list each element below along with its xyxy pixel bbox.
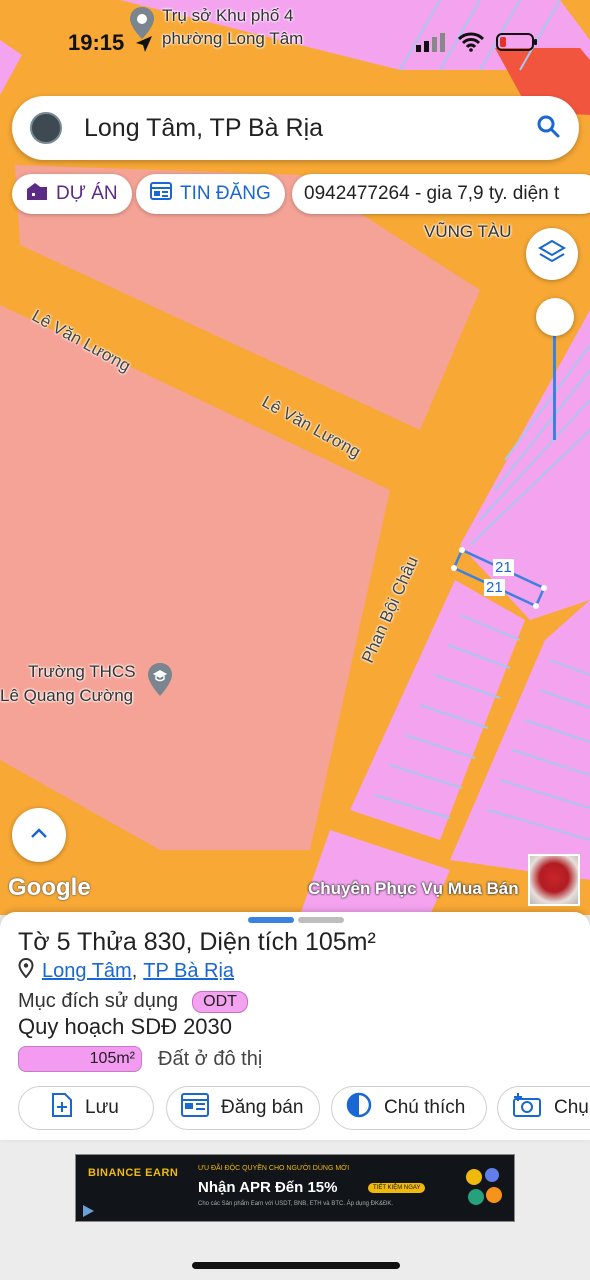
layers-icon xyxy=(538,238,566,271)
zoom-slider-handle[interactable] xyxy=(536,298,574,336)
school-label-line1: Trường THCS xyxy=(28,662,136,681)
city-link[interactable]: TP Bà Rịa xyxy=(143,960,234,983)
save-button[interactable]: Lưu xyxy=(18,1086,154,1130)
parcel-info-sheet: Tờ 5 Thửa 830, Diện tích 105m² Long Tâm … xyxy=(0,912,590,1140)
area-bar: 105m² xyxy=(18,1046,142,1072)
capture-button[interactable]: Chụ xyxy=(497,1086,590,1130)
poi-label-line1: Trụ sở Khu phố 4 xyxy=(162,6,294,25)
ad-headline: Nhận APR Đến 15% xyxy=(198,1179,338,1196)
ad-play-icon[interactable] xyxy=(80,1203,96,1221)
status-time: 19:15 xyxy=(68,30,125,55)
building-icon xyxy=(26,181,48,207)
search-input[interactable]: Long Tâm, TP Bà Rịa xyxy=(84,114,535,143)
land-use-purpose: Mục đích sử dụng ODT xyxy=(18,990,248,1013)
search-bar[interactable]: Long Tâm, TP Bà Rịa xyxy=(12,96,579,160)
chip-tin-dang[interactable]: TIN ĐĂNG xyxy=(136,174,285,214)
coin-icons xyxy=(462,1165,506,1216)
wifi-icon xyxy=(457,32,485,57)
profile-thumbnail[interactable] xyxy=(528,854,580,906)
location-arrow-icon xyxy=(134,34,154,59)
land-use-badge: ODT xyxy=(192,990,248,1013)
home-indicator xyxy=(192,1262,400,1269)
ad-tagline: ƯU ĐÃI ĐỘC QUYỀN CHO NGƯỜI DÙNG MỚI xyxy=(198,1165,350,1172)
parcel-number-label: 21 xyxy=(484,579,505,596)
camera-icon xyxy=(512,1092,542,1124)
sell-button[interactable]: Đăng bán xyxy=(166,1086,320,1130)
battery-icon xyxy=(496,32,538,57)
save-icon xyxy=(51,1092,73,1124)
sell-icon xyxy=(181,1093,209,1123)
ward-link[interactable]: Long Tâm xyxy=(42,960,132,983)
listing-icon xyxy=(150,181,172,207)
land-map[interactable]: 21 21 Trụ sở Khu phố 4 phường Long Tâm V… xyxy=(0,0,590,915)
status-icons xyxy=(416,32,538,57)
ad-cta[interactable]: TIẾT KIỆM NGAY xyxy=(368,1183,426,1193)
parcel-number-label: 21 xyxy=(493,559,514,576)
ad-brand: BINANCE EARN xyxy=(88,1167,179,1179)
school-icon[interactable] xyxy=(146,662,174,703)
location-pin-icon xyxy=(18,957,34,984)
ad-banner[interactable]: BINANCE EARN ƯU ĐÃI ĐỘC QUYỀN CHO NGƯỜI … xyxy=(75,1154,515,1222)
sheet-handle-active[interactable] xyxy=(248,917,294,923)
school-label-line2: Lê Quang Cường xyxy=(0,686,134,705)
chip-listing-preview[interactable]: 0942477264 - gia 7,9 ty. diện t xyxy=(292,174,590,214)
parcel-title: Tờ 5 Thửa 830, Diện tích 105m² xyxy=(18,928,376,956)
legend-button[interactable]: Chú thích xyxy=(331,1086,487,1130)
chip-du-an[interactable]: DỰ ÁN xyxy=(12,174,132,214)
signal-icon xyxy=(416,32,446,57)
parcel-location: Long Tâm , TP Bà Rịa xyxy=(18,957,234,984)
sheet-handle[interactable] xyxy=(298,917,344,923)
area-row: 105m² Đất ở đô thị xyxy=(18,1046,262,1072)
poi-label-vung-tau: VŨNG TÀU xyxy=(424,222,512,241)
overlay-text: Chuyên Phục Vụ Mua Bán xyxy=(308,879,519,898)
planning-label: Quy hoạch SDĐ 2030 xyxy=(18,1014,233,1039)
layers-button[interactable] xyxy=(526,228,578,280)
legend-icon xyxy=(346,1092,372,1124)
poi-label-line2: phường Long Tâm xyxy=(162,29,304,48)
area-type: Đất ở đô thị xyxy=(158,1047,263,1070)
avatar[interactable] xyxy=(30,112,62,144)
expand-sheet-button[interactable] xyxy=(12,808,66,862)
ad-fineprint: Cho các Sản phẩm Earn với USDT, BNB, ETH… xyxy=(198,1201,394,1207)
google-logo: Google xyxy=(8,874,91,901)
chevron-up-icon xyxy=(29,826,49,845)
search-icon[interactable] xyxy=(535,113,561,144)
